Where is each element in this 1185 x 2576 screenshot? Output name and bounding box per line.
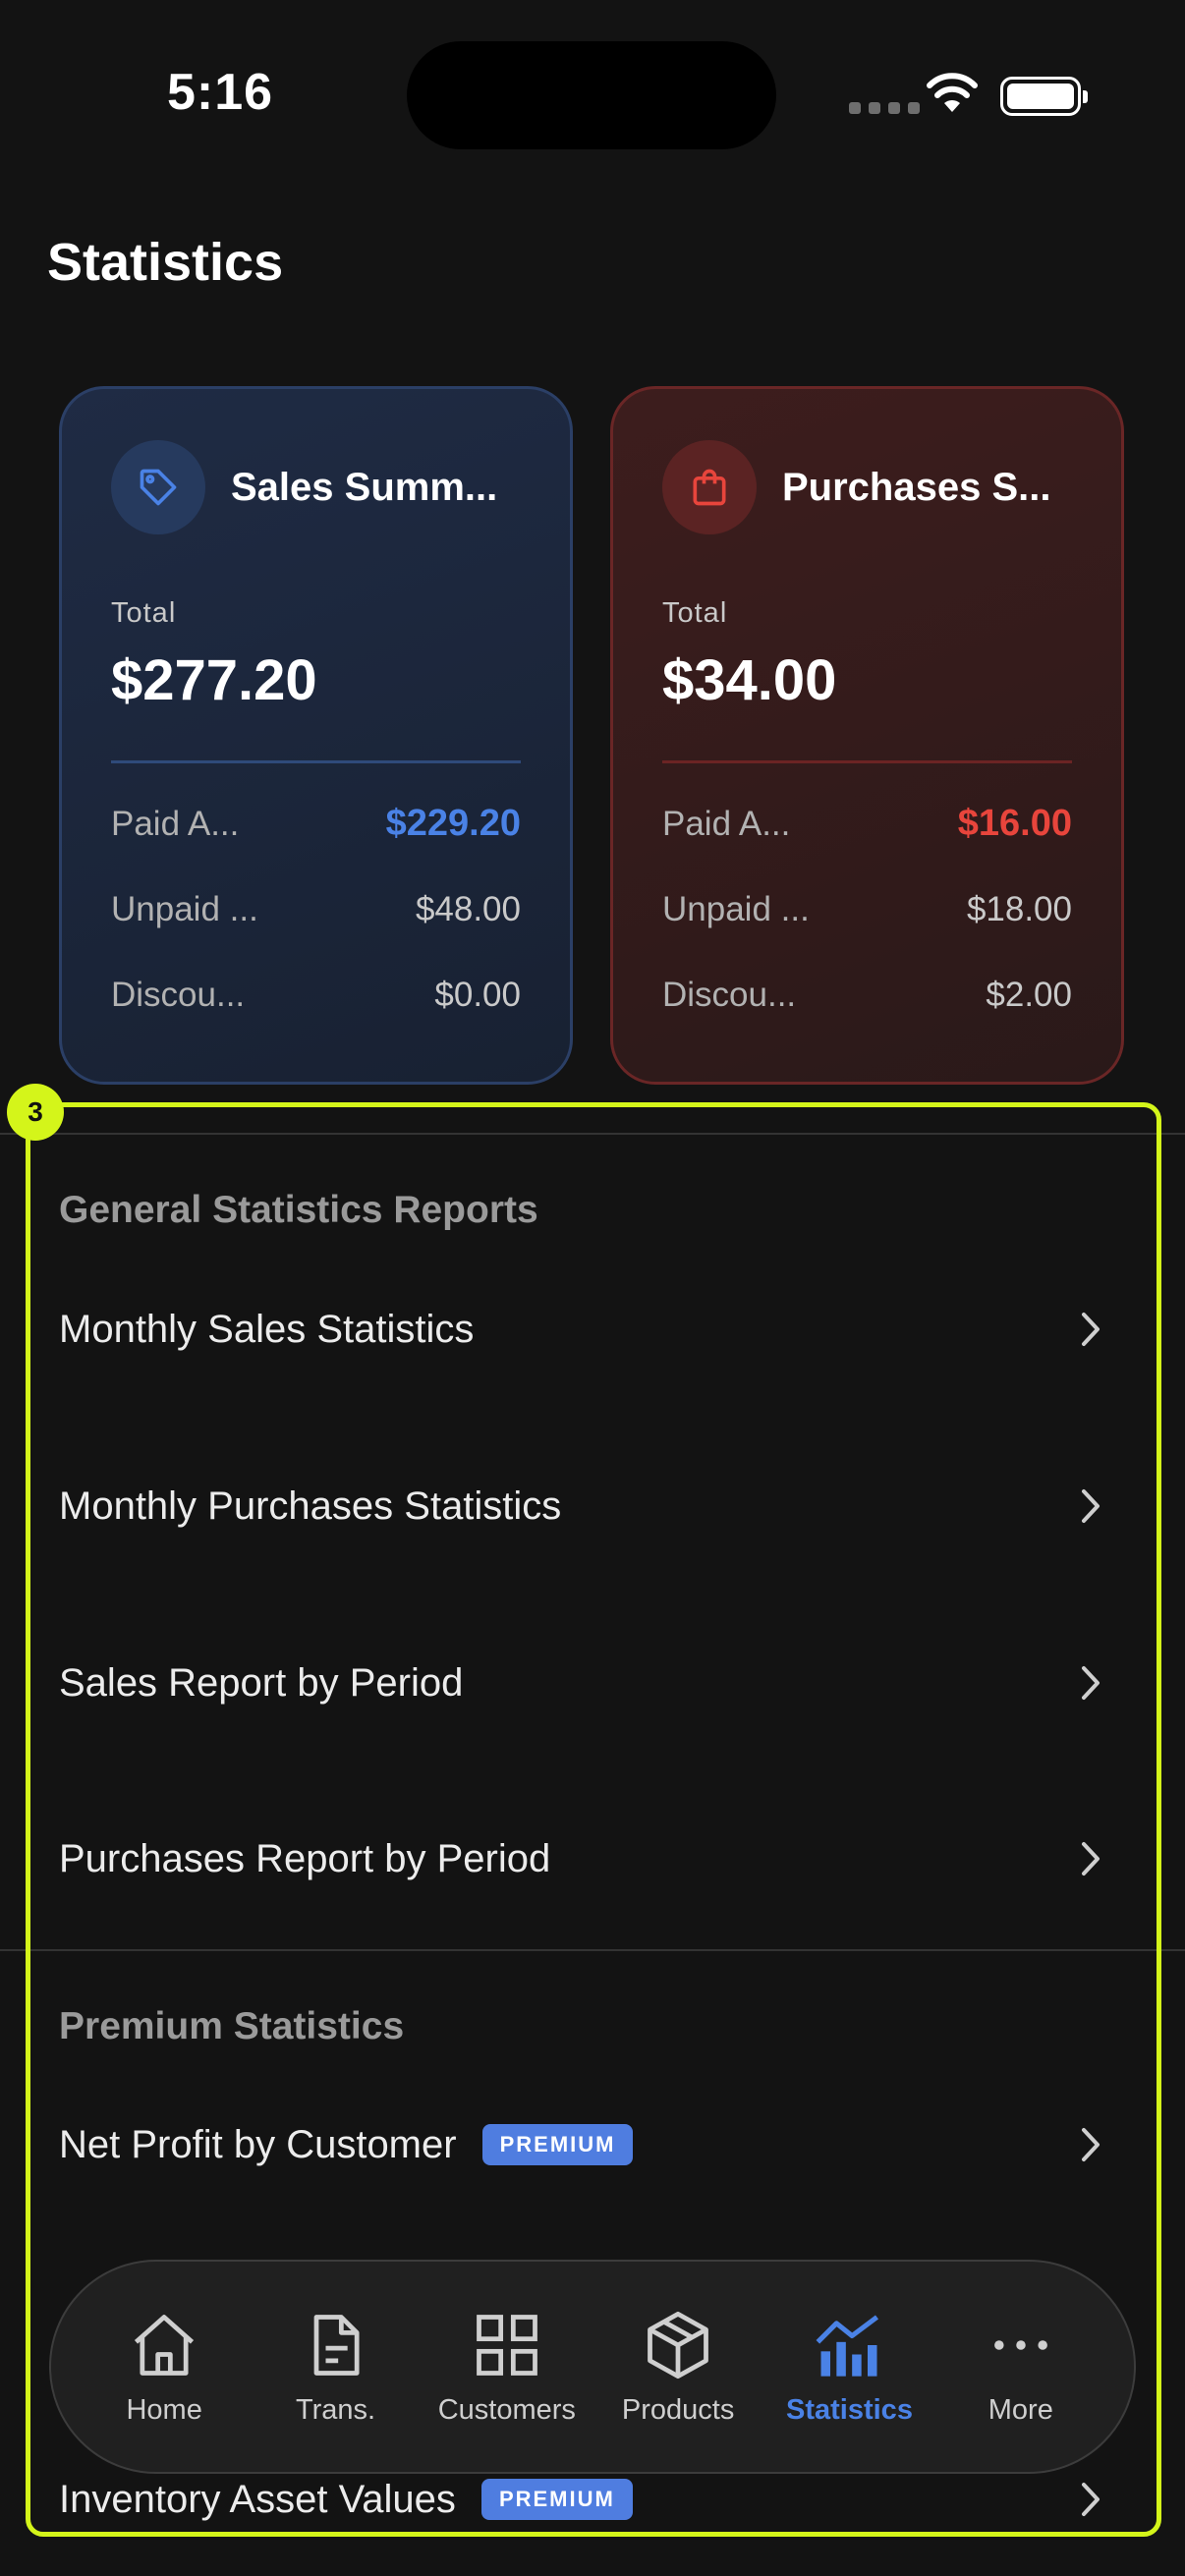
row-label: Discou... — [111, 975, 246, 1014]
status-time: 5:16 — [167, 64, 274, 121]
tab-customers[interactable]: Customers — [422, 2308, 592, 2427]
tag-icon — [111, 440, 205, 534]
card-divider — [662, 760, 1072, 763]
dynamic-island — [407, 41, 776, 149]
tab-more[interactable]: More — [935, 2308, 1106, 2427]
more-icon — [993, 2339, 1047, 2350]
box-icon — [648, 2311, 709, 2379]
monthly-sales-statistics-item[interactable]: Monthly Sales Statistics — [0, 1256, 1185, 1403]
tab-products[interactable]: Products — [592, 2308, 763, 2427]
chart-icon — [817, 2314, 879, 2377]
monthly-purchases-statistics-item[interactable]: Monthly Purchases Statistics — [0, 1432, 1185, 1580]
premium-statistics-header: Premium Statistics — [59, 2005, 405, 2047]
list-item-label: Monthly Purchases Statistics — [59, 1484, 562, 1528]
row-label: Unpaid ... — [662, 889, 810, 928]
unpaid-amount-row: Unpaid ... $18.00 — [662, 867, 1072, 952]
row-value: $16.00 — [957, 803, 1072, 844]
chevron-right-icon — [1082, 1842, 1100, 1876]
total-value: $277.20 — [111, 648, 317, 712]
row-value: $48.00 — [415, 889, 521, 928]
list-item-label: Sales Report by Period — [59, 1660, 464, 1705]
tab-label: Home — [126, 2393, 202, 2426]
tab-statistics[interactable]: Statistics — [763, 2308, 934, 2427]
list-item-label: Inventory Asset Values — [59, 2477, 456, 2521]
cellular-signal-icon — [849, 102, 920, 114]
tab-label: Trans. — [295, 2393, 376, 2426]
chevron-right-icon — [1082, 1313, 1100, 1346]
home-icon — [135, 2314, 195, 2376]
bottom-tab-bar: Home Trans. Customers Products Statistic… — [49, 2260, 1136, 2474]
chevron-right-icon — [1082, 1489, 1100, 1523]
row-value: $0.00 — [434, 975, 521, 1014]
row-value: $18.00 — [966, 889, 1072, 928]
total-label: Total — [662, 597, 728, 629]
wifi-icon — [927, 73, 978, 112]
net-profit-by-customer-item[interactable]: Net Profit by Customer PREMIUM — [0, 2071, 1185, 2218]
list-item-label: Monthly Sales Statistics — [59, 1307, 475, 1351]
row-label: Discou... — [662, 975, 797, 1014]
page-title: Statistics — [47, 233, 284, 292]
purchases-report-by-period-item[interactable]: Purchases Report by Period — [0, 1785, 1185, 1932]
paid-amount-row: Paid A... $16.00 — [662, 781, 1072, 867]
tab-label: More — [988, 2393, 1053, 2426]
premium-badge: PREMIUM — [481, 2124, 634, 2165]
tab-label: Statistics — [786, 2393, 913, 2426]
list-item-label: Net Profit by Customer — [59, 2122, 457, 2166]
sales-report-by-period-item[interactable]: Sales Report by Period — [0, 1609, 1185, 1757]
tab-label: Customers — [437, 2393, 576, 2426]
row-value: $229.20 — [385, 803, 521, 844]
paid-amount-row: Paid A... $229.20 — [111, 781, 521, 867]
battery-icon — [1000, 77, 1088, 116]
row-value: $2.00 — [986, 975, 1072, 1014]
card-title: Sales Summ... — [231, 465, 498, 509]
general-reports-header: General Statistics Reports — [59, 1189, 538, 1231]
premium-badge: PREMIUM — [480, 2479, 633, 2520]
statistics-screen: 5:16 Statistics Sales Summ... Total $277… — [0, 0, 1185, 2576]
tab-label: Products — [621, 2393, 735, 2426]
total-value: $34.00 — [662, 648, 837, 712]
purchases-summary-card[interactable]: Purchases S... Total $34.00 Paid A... $1… — [610, 386, 1124, 1085]
unpaid-amount-row: Unpaid ... $48.00 — [111, 867, 521, 952]
chevron-right-icon — [1082, 1666, 1100, 1700]
sales-summary-card[interactable]: Sales Summ... Total $277.20 Paid A... $2… — [59, 386, 573, 1085]
total-label: Total — [111, 597, 177, 629]
card-divider — [111, 760, 521, 763]
tab-transactions[interactable]: Trans. — [250, 2308, 421, 2427]
row-label: Paid A... — [662, 804, 791, 843]
shopping-bag-icon — [662, 440, 757, 534]
tab-home[interactable]: Home — [79, 2308, 250, 2427]
section-divider — [0, 1949, 1185, 1951]
discount-row: Discou... $2.00 — [662, 952, 1072, 1037]
document-icon — [314, 2314, 361, 2376]
grid-icon — [476, 2314, 537, 2376]
section-divider — [0, 1133, 1185, 1135]
chevron-right-icon — [1082, 2128, 1100, 2161]
row-label: Paid A... — [111, 804, 240, 843]
chevron-right-icon — [1082, 2483, 1100, 2516]
list-item-label: Purchases Report by Period — [59, 1836, 551, 1880]
discount-row: Discou... $0.00 — [111, 952, 521, 1037]
card-title: Purchases S... — [782, 465, 1051, 509]
row-label: Unpaid ... — [111, 889, 258, 928]
